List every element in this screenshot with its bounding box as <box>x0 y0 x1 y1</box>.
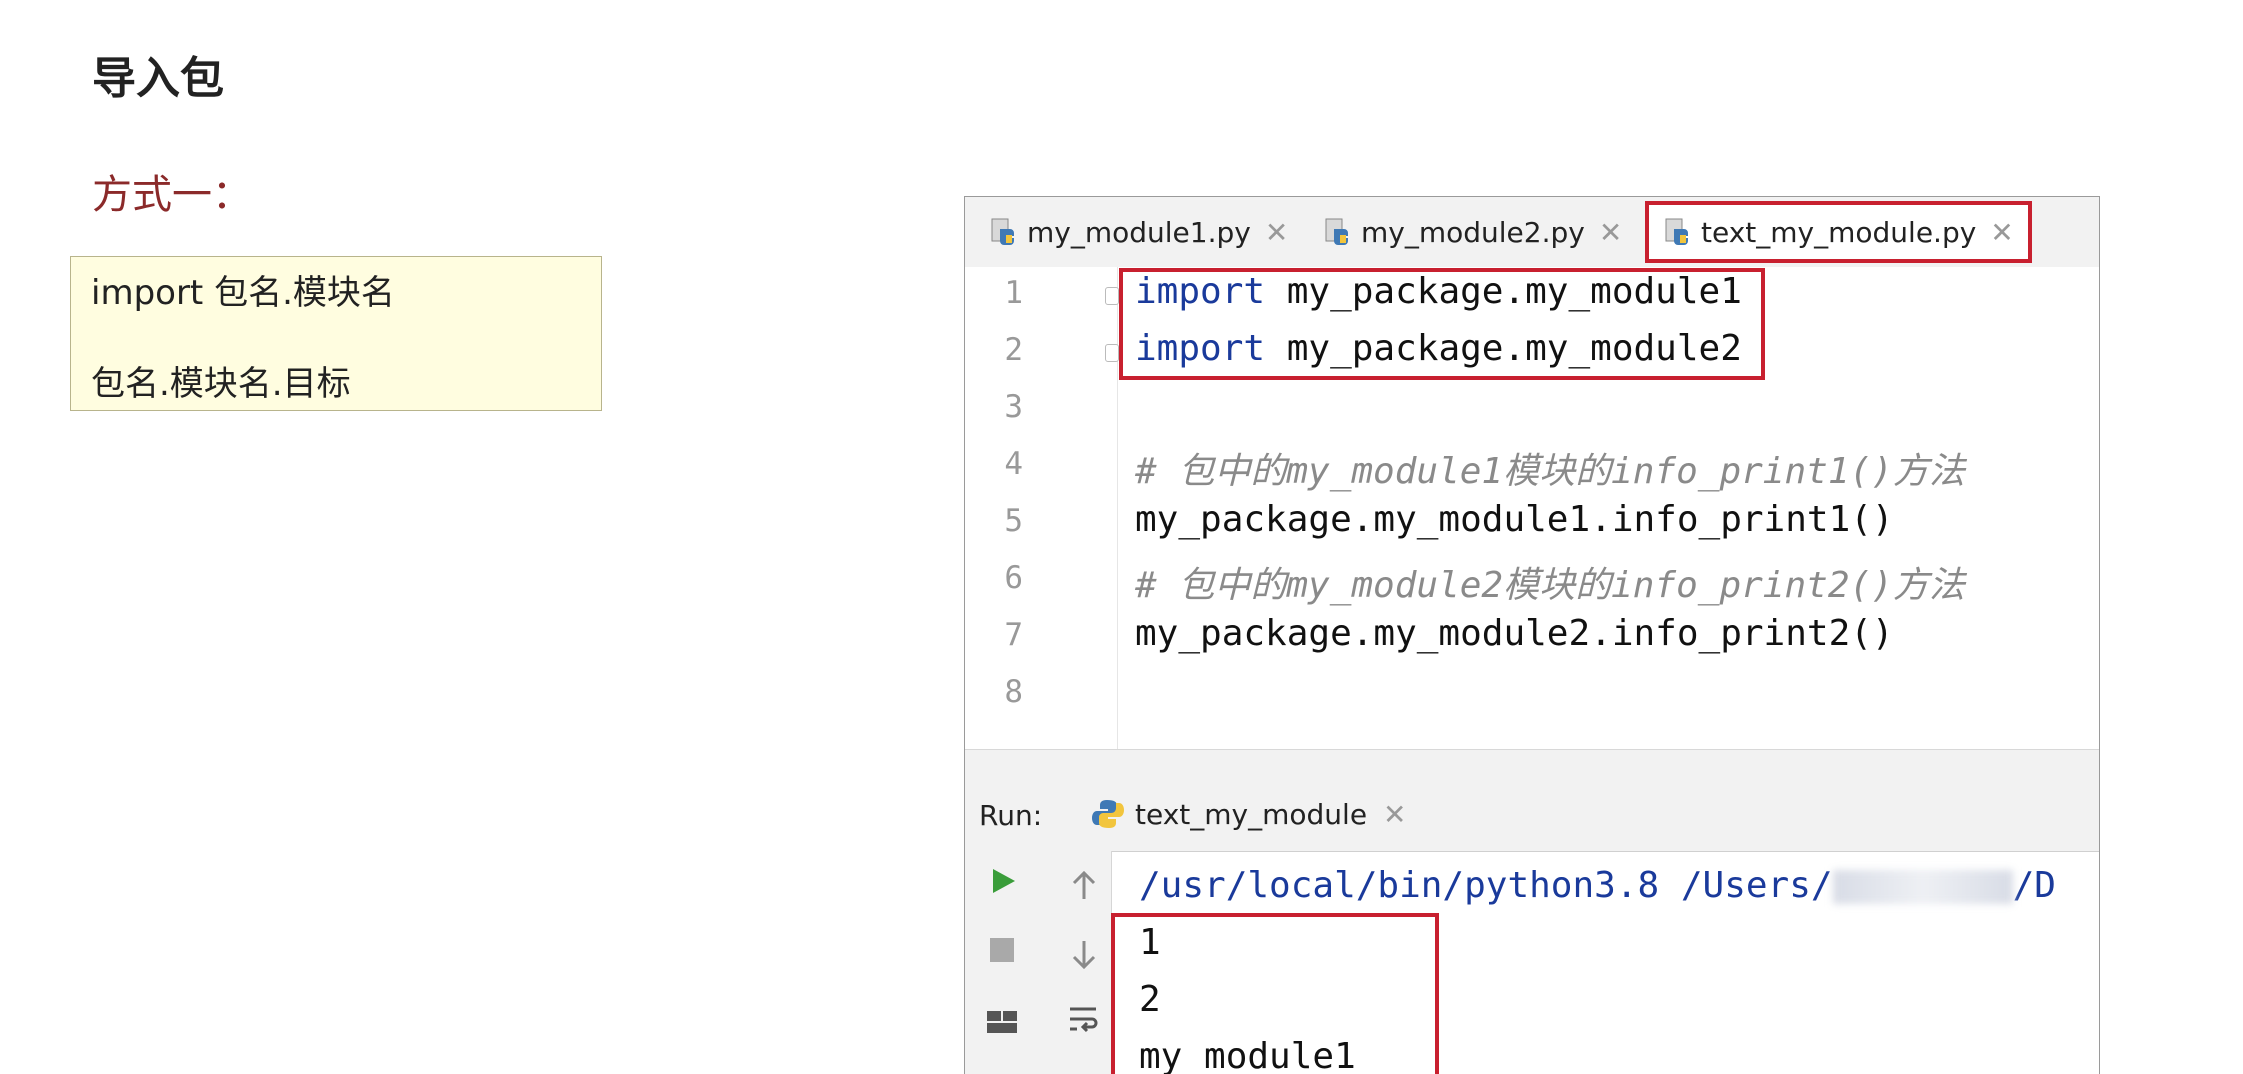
tab-my-module1[interactable]: my_module1.py ✕ <box>989 197 1288 267</box>
stop-icon[interactable] <box>987 935 1017 965</box>
console-path-suffix: /D <box>2012 865 2056 906</box>
slide-subtitle: 方式一： <box>92 172 252 218</box>
tab-label: my_module2.py <box>1361 215 1585 249</box>
note-line-import: import 包名.模块名 <box>91 273 395 313</box>
python-file-icon <box>1323 217 1353 247</box>
line-number: 3 <box>1004 389 1023 425</box>
line-number: 6 <box>1004 560 1023 596</box>
panel-divider[interactable] <box>965 749 2099 787</box>
line-number: 1 <box>1004 275 1023 311</box>
tab-my-module2[interactable]: my_module2.py ✕ <box>1323 197 1622 267</box>
run-tab[interactable]: text_my_module ✕ <box>1091 797 1407 831</box>
close-icon[interactable]: ✕ <box>1265 216 1288 249</box>
layout-icon[interactable] <box>985 1007 1019 1037</box>
tab-text-my-module[interactable]: text_my_module.py ✕ <box>1645 201 2032 263</box>
blurred-username <box>1832 870 2013 904</box>
code-line-4: # 包中的my_module1模块的info_print1()方法 <box>1135 451 1965 492</box>
code-editor[interactable]: 1 2 3 4 5 6 7 8 import my_package.my_mod… <box>965 267 2099 749</box>
run-label: Run: <box>979 799 1043 832</box>
tab-label: my_module1.py <box>1027 215 1251 249</box>
console-command-line: /usr/local/bin/python3.8 /Users/ /D <box>1139 865 2056 906</box>
python-file-icon <box>989 217 1019 247</box>
line-number: 7 <box>1004 617 1023 653</box>
console-path: /usr/local/bin/python3.8 /Users/ <box>1139 865 1833 906</box>
line-number: 8 <box>1004 674 1023 710</box>
close-icon[interactable]: ✕ <box>1599 216 1622 249</box>
code-line-5: my_package.my_module1.info_print1() <box>1135 499 1894 540</box>
line-number: 5 <box>1004 503 1023 539</box>
python-file-icon <box>1663 217 1693 247</box>
code-line-7: my_package.my_module2.info_print2() <box>1135 613 1894 654</box>
run-icon[interactable] <box>987 865 1019 897</box>
fold-marker-icon[interactable] <box>1105 287 1119 305</box>
python-icon <box>1092 800 1124 828</box>
editor-tab-bar: my_module1.py ✕ my_module2.py ✕ text_my_… <box>965 197 2099 268</box>
note-box: import 包名.模块名 包名.模块名.目标 <box>70 256 602 411</box>
fold-marker-icon[interactable] <box>1105 344 1119 362</box>
code-line-6: # 包中的my_module2模块的info_print2()方法 <box>1135 565 1965 606</box>
run-tab-label: text_my_module <box>1135 797 1368 831</box>
line-number: 2 <box>1004 332 1023 368</box>
run-tool-header: Run: text_my_module ✕ <box>965 785 2099 852</box>
output-highlight-box <box>1111 913 1439 1074</box>
note-line-usage: 包名.模块名.目标 <box>91 364 351 404</box>
close-icon[interactable]: ✕ <box>1990 216 2013 249</box>
console-toolbar <box>1057 851 1112 1074</box>
run-toolbar <box>965 851 1058 1074</box>
line-number-gutter: 1 2 3 4 5 6 7 8 <box>965 267 1119 749</box>
ide-window: my_module1.py ✕ my_module2.py ✕ text_my_… <box>964 196 2100 1074</box>
arrow-down-icon[interactable] <box>1069 937 1099 971</box>
arrow-up-icon[interactable] <box>1069 869 1099 903</box>
soft-wrap-icon[interactable] <box>1067 1003 1101 1035</box>
line-number: 4 <box>1004 446 1023 482</box>
tab-label: text_my_module.py <box>1701 215 1977 249</box>
close-icon[interactable]: ✕ <box>1383 798 1406 831</box>
import-highlight-box <box>1119 268 1765 380</box>
slide-title: 导入包 <box>92 53 224 104</box>
